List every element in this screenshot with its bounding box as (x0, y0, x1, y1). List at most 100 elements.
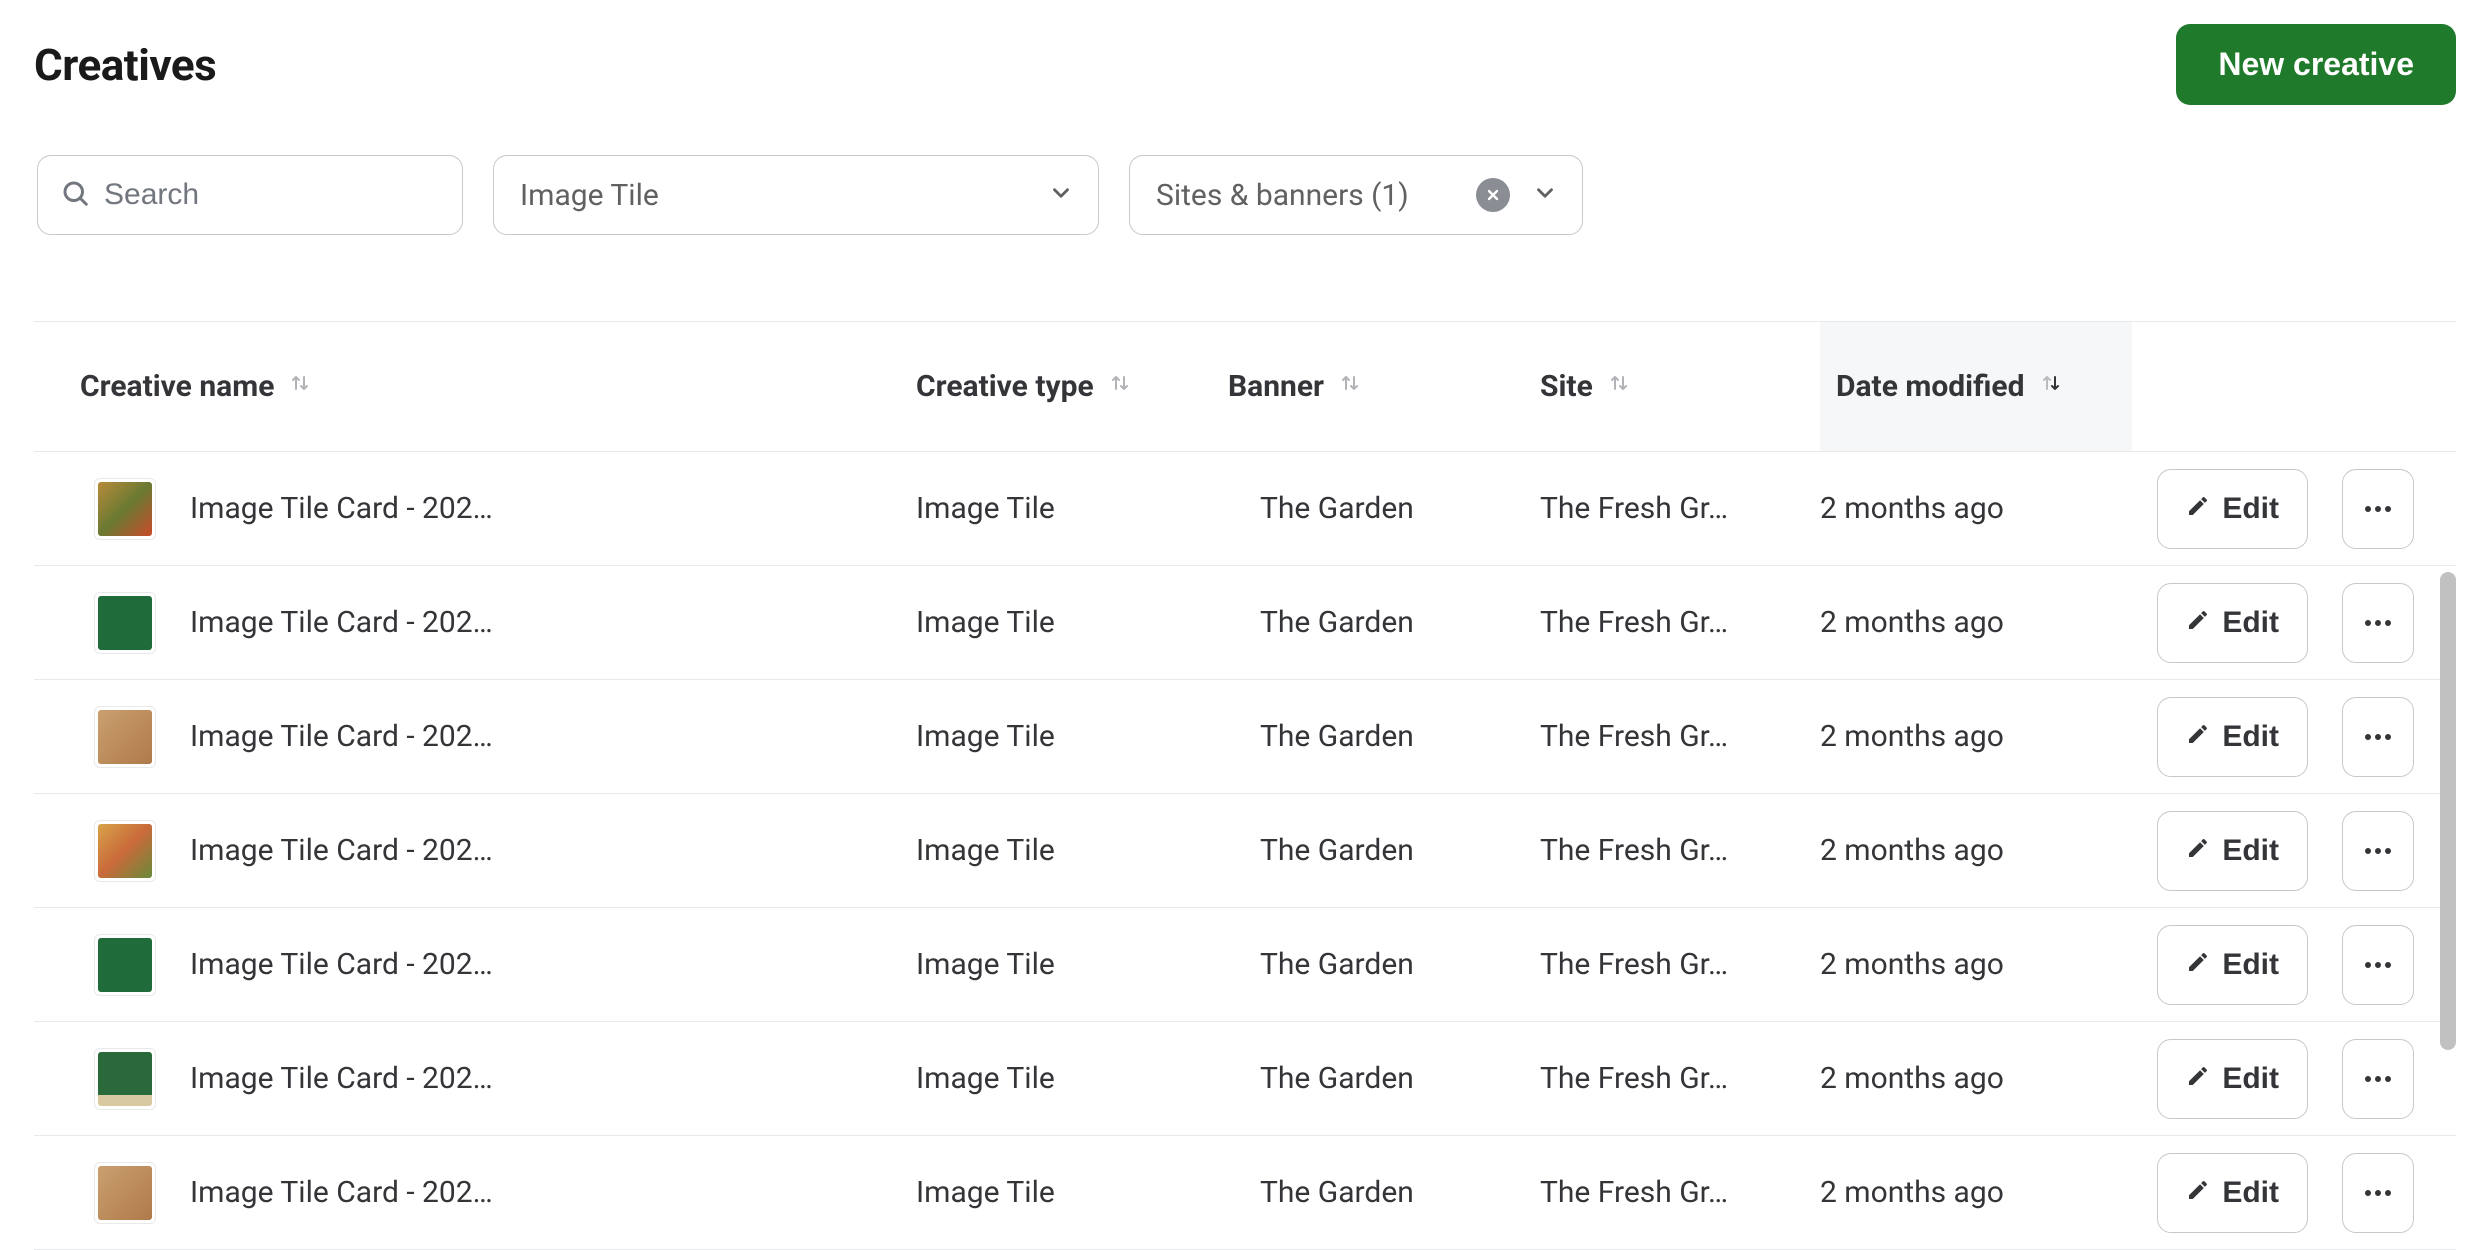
creative-thumbnail (94, 592, 156, 654)
sort-icon (1607, 369, 1631, 405)
chevron-down-icon (1048, 180, 1074, 210)
column-header-type[interactable]: Creative type (916, 369, 1228, 405)
edit-button[interactable]: Edit (2157, 583, 2308, 663)
more-actions-button[interactable] (2342, 583, 2414, 663)
edit-button[interactable]: Edit (2157, 469, 2308, 549)
column-header-date[interactable]: Date modified (1820, 322, 2132, 451)
creative-thumbnail (94, 1048, 156, 1110)
creative-name[interactable]: Image Tile Card - 202… (190, 491, 493, 526)
creative-name[interactable]: Image Tile Card - 202… (190, 833, 493, 868)
column-header-name[interactable]: Creative name (80, 369, 916, 405)
table-row: Image Tile Card - 202… Image Tile The Ga… (34, 794, 2456, 908)
vertical-scrollbar[interactable] (2440, 452, 2456, 1250)
creative-thumbnail (94, 820, 156, 882)
search-icon (60, 178, 90, 212)
edit-button-label: Edit (2222, 948, 2279, 982)
creative-thumbnail (94, 706, 156, 768)
date-modified: 2 months ago (1820, 947, 2004, 982)
date-modified: 2 months ago (1820, 719, 2004, 754)
creative-type: Image Tile (916, 605, 1055, 640)
more-actions-button[interactable] (2342, 697, 2414, 777)
search-input-wrapper[interactable] (37, 155, 463, 235)
creative-type: Image Tile (916, 1061, 1055, 1096)
more-horizontal-icon (2364, 501, 2392, 516)
table-row: Image Tile Card - 202… Image Tile The Ga… (34, 566, 2456, 680)
creative-thumbnail (94, 478, 156, 540)
banner-name: The Garden (1260, 1175, 1414, 1210)
creative-type: Image Tile (916, 491, 1055, 526)
table-row: Image Tile Card - 202… Image Tile The Ga… (34, 1022, 2456, 1136)
creative-thumbnail (94, 934, 156, 996)
edit-button[interactable]: Edit (2157, 925, 2308, 1005)
table-header-row: Creative name Creative type Banner Site … (34, 322, 2456, 452)
site-name: The Fresh Gr… (1540, 1061, 1728, 1096)
date-modified: 2 months ago (1820, 1061, 2004, 1096)
pencil-icon (2186, 720, 2210, 754)
creative-type: Image Tile (916, 1175, 1055, 1210)
table-row: Image Tile Card - 202… Image Tile The Ga… (34, 680, 2456, 794)
creative-name[interactable]: Image Tile Card - 202… (190, 605, 493, 640)
site-name: The Fresh Gr… (1540, 491, 1728, 526)
more-horizontal-icon (2364, 957, 2392, 972)
more-horizontal-icon (2364, 729, 2392, 744)
edit-button-label: Edit (2222, 606, 2279, 640)
site-name: The Fresh Gr… (1540, 1175, 1728, 1210)
date-modified: 2 months ago (1820, 605, 2004, 640)
edit-button-label: Edit (2222, 1062, 2279, 1096)
edit-button[interactable]: Edit (2157, 1039, 2308, 1119)
edit-button[interactable]: Edit (2157, 697, 2308, 777)
creative-name[interactable]: Image Tile Card - 202… (190, 719, 493, 754)
sort-icon (1338, 369, 1362, 405)
edit-button[interactable]: Edit (2157, 811, 2308, 891)
column-header-banner[interactable]: Banner (1228, 369, 1540, 405)
pencil-icon (2186, 1062, 2210, 1096)
more-actions-button[interactable] (2342, 1039, 2414, 1119)
search-input[interactable] (104, 178, 440, 212)
more-horizontal-icon (2364, 615, 2392, 630)
date-modified: 2 months ago (1820, 833, 2004, 868)
column-header-site[interactable]: Site (1540, 369, 1820, 405)
column-header-label: Banner (1228, 369, 1324, 404)
creative-name[interactable]: Image Tile Card - 202… (190, 947, 493, 982)
table-row: Image Tile Card - 202… Image Tile The Ga… (34, 1136, 2456, 1250)
banner-name: The Garden (1260, 1061, 1414, 1096)
sort-icon (1108, 369, 1132, 405)
banner-name: The Garden (1260, 491, 1414, 526)
column-header-label: Date modified (1836, 369, 2025, 404)
creative-type-dropdown[interactable]: Image Tile (493, 155, 1099, 235)
sites-banners-dropdown[interactable]: Sites & banners (1) (1129, 155, 1583, 235)
new-creative-button[interactable]: New creative (2176, 24, 2456, 105)
column-header-label: Creative name (80, 369, 274, 404)
column-header-label: Site (1540, 369, 1593, 404)
table-row: Image Tile Card - 202… Image Tile The Ga… (34, 908, 2456, 1022)
site-name: The Fresh Gr… (1540, 947, 1728, 982)
page-title: Creatives (34, 39, 216, 91)
site-name: The Fresh Gr… (1540, 605, 1728, 640)
creative-type: Image Tile (916, 947, 1055, 982)
more-actions-button[interactable] (2342, 925, 2414, 1005)
more-actions-button[interactable] (2342, 1153, 2414, 1233)
banner-name: The Garden (1260, 947, 1414, 982)
site-name: The Fresh Gr… (1540, 719, 1728, 754)
clear-filter-icon[interactable] (1476, 178, 1510, 212)
pencil-icon (2186, 606, 2210, 640)
edit-button-label: Edit (2222, 1176, 2279, 1210)
date-modified: 2 months ago (1820, 1175, 2004, 1210)
creative-type: Image Tile (916, 833, 1055, 868)
banner-name: The Garden (1260, 605, 1414, 640)
creative-name[interactable]: Image Tile Card - 202… (190, 1061, 493, 1096)
more-actions-button[interactable] (2342, 811, 2414, 891)
pencil-icon (2186, 1176, 2210, 1210)
banner-name: The Garden (1260, 833, 1414, 868)
pencil-icon (2186, 492, 2210, 526)
more-actions-button[interactable] (2342, 469, 2414, 549)
pencil-icon (2186, 834, 2210, 868)
pencil-icon (2186, 948, 2210, 982)
edit-button[interactable]: Edit (2157, 1153, 2308, 1233)
scrollbar-thumb[interactable] (2440, 572, 2456, 1050)
edit-button-label: Edit (2222, 492, 2279, 526)
more-horizontal-icon (2364, 1185, 2392, 1200)
creative-name[interactable]: Image Tile Card - 202… (190, 1175, 493, 1210)
table-row: Image Tile Card - 202… Image Tile The Ga… (34, 452, 2456, 566)
more-horizontal-icon (2364, 843, 2392, 858)
